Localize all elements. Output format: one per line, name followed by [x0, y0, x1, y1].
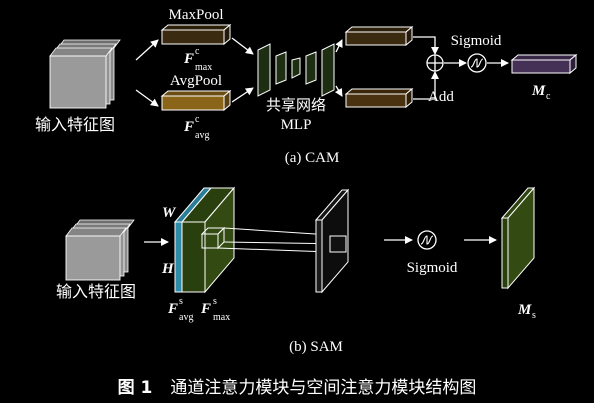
svg-text:c: c [546, 91, 551, 102]
svg-text:max: max [195, 62, 212, 73]
svg-text:M: M [517, 302, 532, 318]
cam-mlp-label-cn: 共享网络 [266, 96, 326, 114]
cam-mlp-label-en: MLP [281, 117, 312, 133]
cam-arrow-favg-to-mlp [231, 87, 254, 103]
svg-text:c: c [195, 114, 200, 125]
cam-arrow-to-maxpool [135, 39, 159, 61]
cam-fmax-bar [160, 23, 232, 46]
cam-add-node [426, 54, 444, 72]
cam-input-feature-stack [49, 39, 121, 109]
cam-caption: (a) CAM [285, 150, 340, 166]
svg-text:s: s [532, 310, 536, 321]
cam-mc-output [510, 53, 578, 75]
cam-arrow-mlp-top [335, 39, 343, 53]
sam-favg-label: F s avg [167, 296, 193, 323]
cam-shared-mlp [257, 43, 335, 97]
sam-sigmoid-icon [417, 230, 437, 250]
sam-h-label: H [161, 261, 175, 277]
cam-sigmoid-label: Sigmoid [451, 33, 502, 49]
figure-caption: 图 1 通道注意力模块与空间注意力模块结构图 [0, 373, 594, 398]
cam-favg-label: F c avg [183, 114, 209, 141]
sam-input-label: 输入特征图 [56, 282, 136, 301]
figure-number: 图 1 [117, 378, 153, 398]
cam-merged-feature-bottom [344, 87, 414, 109]
cam-input-label: 输入特征图 [35, 115, 115, 134]
sam-pooled-maps [173, 186, 236, 294]
sam-ms-label: M s [517, 302, 536, 321]
svg-text:M: M [531, 83, 546, 99]
svg-text:s: s [213, 296, 217, 307]
cam-sigmoid-icon [467, 53, 487, 73]
svg-text:F: F [183, 119, 194, 135]
cam-favg-bar [160, 89, 232, 112]
cam-arrow-fmax-to-mlp [231, 37, 254, 55]
sam-ms-output [500, 186, 536, 290]
sam-module: 输入特征图 W H Sigmoid M s F s avg F s max (b… [56, 186, 536, 355]
sam-sigmoid-label: Sigmoid [407, 260, 458, 276]
svg-text:F: F [200, 301, 211, 317]
cam-arrow-to-avgpool [135, 89, 159, 107]
figure-caption-text: 通道注意力模块与空间注意力模块结构图 [170, 378, 477, 398]
svg-text:F: F [167, 301, 178, 317]
attention-diagram: 输入特征图 MaxPool F c max AvgPool F c avg 共享… [35, 7, 578, 355]
sam-conv-output-map [314, 188, 350, 294]
cam-maxpool-label: MaxPool [168, 7, 223, 23]
sam-caption: (b) SAM [289, 339, 343, 355]
cam-arrow-mlp-bottom [334, 85, 343, 97]
svg-text:s: s [179, 296, 183, 307]
sam-w-label: W [162, 205, 177, 221]
cam-add-label: Add [428, 89, 454, 105]
svg-text:avg: avg [195, 130, 209, 141]
sam-input-feature-stack [65, 219, 135, 281]
cam-arrow-top-to-add [413, 36, 439, 55]
svg-text:avg: avg [179, 312, 193, 323]
cam-merged-feature-top [344, 25, 414, 47]
svg-text:max: max [213, 312, 230, 323]
svg-text:c: c [195, 46, 200, 57]
svg-text:F: F [183, 51, 194, 67]
sam-fmax-label: F s max [200, 296, 230, 323]
cam-avgpool-label: AvgPool [170, 73, 222, 89]
cam-module: 输入特征图 MaxPool F c max AvgPool F c avg 共享… [35, 7, 578, 166]
cam-fmax-label: F c max [183, 46, 212, 73]
cam-mc-label: M c [531, 83, 551, 102]
